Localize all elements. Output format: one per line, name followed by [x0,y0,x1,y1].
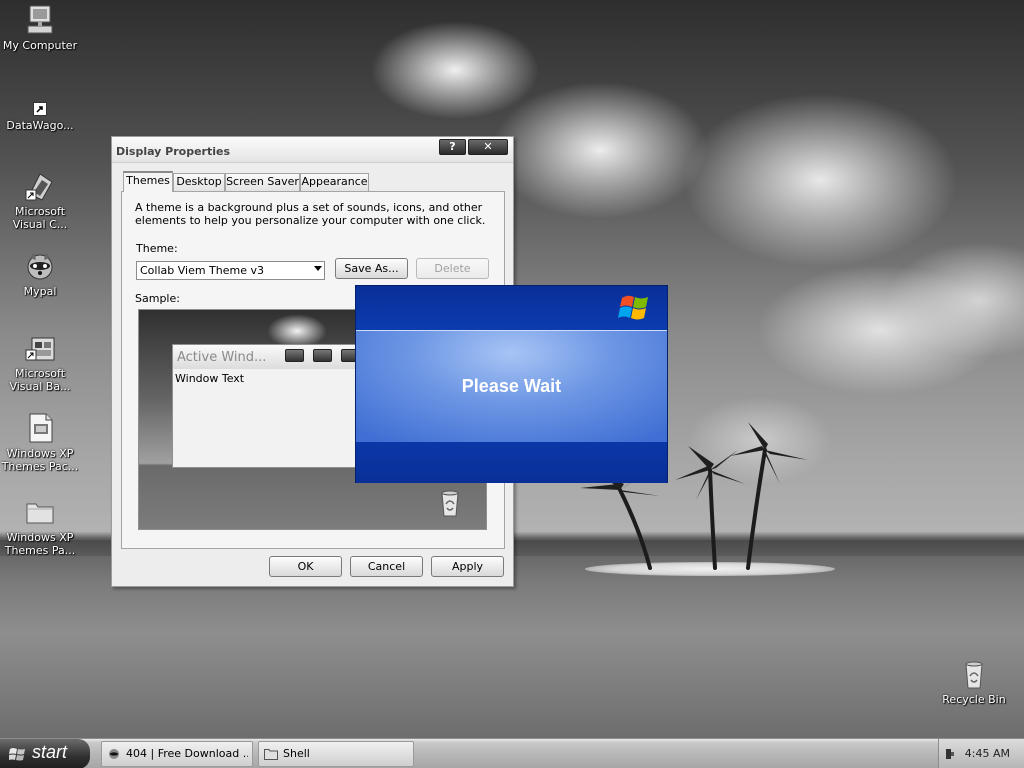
safely-remove-hardware-icon[interactable] [945,748,955,760]
delete-button[interactable]: Delete [416,258,489,279]
tab-themes[interactable]: Themes [123,171,173,192]
desktop-icon-label: DataWago... [6,119,74,132]
desktop-icon-label: My Computer [2,39,78,52]
ok-button[interactable]: OK [269,556,342,577]
desktop-icon-label: Microsoft Visual Ba... [9,367,71,393]
taskbar-item-mypal[interactable]: 404 | Free Download ... [101,741,253,767]
sample-label: Sample: [135,292,180,305]
my-computer-icon [24,4,56,36]
sample-window-title: Active Wind... [177,350,267,365]
clock[interactable]: 4:45 AM [965,747,1010,760]
windows-logo-icon [9,748,25,761]
theme-dropdown-value: Collab Viem Theme v3 [140,264,265,277]
themes-description: A theme is a background plus a set of so… [135,201,486,227]
theme-dropdown[interactable]: Collab Viem Theme v3 [136,261,325,280]
theme-label: Theme: [136,242,178,255]
desktop-icon-mypal[interactable]: Mypal [0,250,80,298]
desktop-icon-my-computer[interactable]: My Computer [0,4,80,52]
desktop-icon-label: Microsoft Visual C... [12,205,68,231]
save-as-button[interactable]: Save As... [335,258,408,279]
windows-xp-flag-icon [618,295,648,320]
tab-desktop[interactable]: Desktop [173,173,225,191]
sample-window-text: Window Text [175,372,245,385]
tab-appearance[interactable]: Appearance [300,173,369,191]
help-button[interactable]: ? [439,139,466,155]
folder-icon [24,496,56,528]
taskbar: start 404 | Free Download ... Shell 4:45… [0,738,1024,768]
splash-bottom-band [356,442,667,483]
shortcut-icon [33,102,47,116]
taskbar-item-label: 404 | Free Download ... [126,747,248,760]
sample-cloud [267,314,327,348]
sample-window-titlebar: Active Wind... [173,345,371,369]
dialog-title: Display Properties [116,145,231,158]
chevron-down-icon[interactable] [314,266,322,271]
visual-basic-icon [24,332,56,364]
visual-c-icon [24,170,56,202]
desktop-icon-themes-pack-file[interactable]: Windows XP Themes Pac... [0,412,80,473]
desktop-icon-label: Mypal [23,285,57,298]
please-wait-message: Please Wait [461,376,562,396]
mypal-raccoon-icon [24,250,56,282]
minimize-icon [285,349,304,362]
dialog-titlebar[interactable]: Display Properties ? ✕ [112,137,513,163]
sample-active-window: Active Wind... Window Text [172,344,372,468]
folder-icon [264,749,278,760]
please-wait-splash: Please Wait [355,285,668,483]
cancel-button[interactable]: Cancel [350,556,423,577]
apply-button[interactable]: Apply [431,556,504,577]
desktop-icon-recycle-bin[interactable]: Recycle Bin [934,658,1014,706]
mypal-raccoon-icon [109,749,119,759]
desktop-icon-themes-pack-folder[interactable]: Windows XP Themes Pa... [0,496,80,557]
installer-file-icon [24,412,56,444]
tab-screen-saver[interactable]: Screen Saver [225,173,300,191]
system-tray: 4:45 AM [938,739,1024,768]
recycle-bin-icon [958,658,990,690]
desktop-icon-label: Recycle Bin [942,693,1006,706]
desktop-icon-label: Windows XP Themes Pac... [1,447,79,473]
maximize-icon [313,349,332,362]
desktop-icon-datawago[interactable]: DataWago... [0,102,80,132]
splash-top-band [356,286,667,330]
taskbar-item-shell[interactable]: Shell [258,741,414,767]
start-button[interactable]: start [0,739,90,768]
start-label: start [32,742,68,762]
desktop-icon-label: Windows XP Themes Pa... [4,531,76,557]
desktop-icon-visual-basic[interactable]: Microsoft Visual Ba... [0,332,80,393]
close-button[interactable]: ✕ [468,139,508,155]
taskbar-item-label: Shell [283,747,310,760]
desktop-icon-visual-c[interactable]: Microsoft Visual C... [0,170,80,231]
recycle-bin-icon [441,490,459,517]
